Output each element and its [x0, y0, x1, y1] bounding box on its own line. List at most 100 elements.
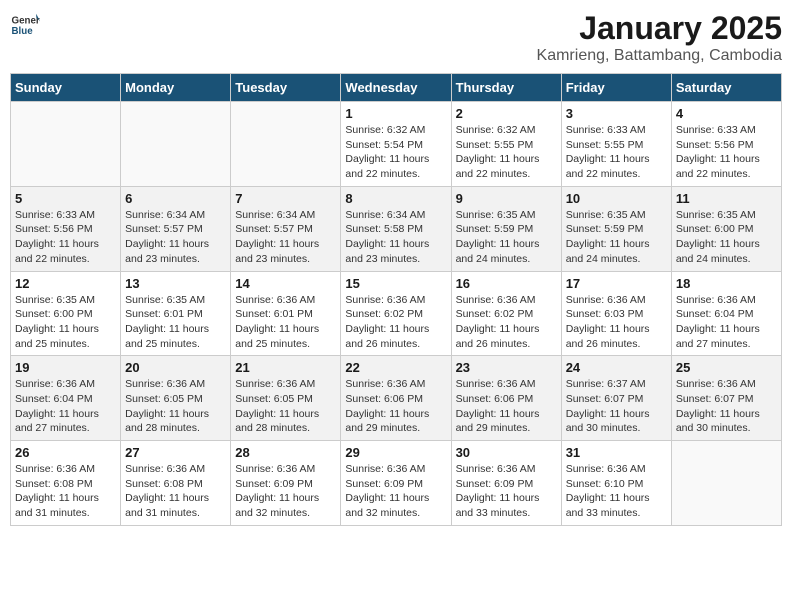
day-number: 27: [125, 445, 226, 460]
day-number: 18: [676, 276, 777, 291]
day-number: 4: [676, 106, 777, 121]
calendar-cell: [671, 441, 781, 526]
calendar-cell: 16 Sunrise: 6:36 AMSunset: 6:02 PMDayligh…: [451, 271, 561, 356]
calendar-cell: 3 Sunrise: 6:33 AMSunset: 5:55 PMDaylight…: [561, 102, 671, 187]
day-info: Sunrise: 6:33 AMSunset: 5:56 PMDaylight:…: [676, 123, 777, 182]
calendar-cell: 26 Sunrise: 6:36 AMSunset: 6:08 PMDayligh…: [11, 441, 121, 526]
calendar-cell: [11, 102, 121, 187]
day-number: 12: [15, 276, 116, 291]
calendar-cell: 8 Sunrise: 6:34 AMSunset: 5:58 PMDaylight…: [341, 186, 451, 271]
calendar-cell: 5 Sunrise: 6:33 AMSunset: 5:56 PMDaylight…: [11, 186, 121, 271]
day-info: Sunrise: 6:36 AMSunset: 6:04 PMDaylight:…: [676, 293, 777, 352]
day-info: Sunrise: 6:36 AMSunset: 6:06 PMDaylight:…: [345, 377, 446, 436]
day-number: 23: [456, 360, 557, 375]
calendar-cell: 30 Sunrise: 6:36 AMSunset: 6:09 PMDayligh…: [451, 441, 561, 526]
weekday-header-friday: Friday: [561, 74, 671, 102]
day-info: Sunrise: 6:33 AMSunset: 5:56 PMDaylight:…: [15, 208, 116, 267]
calendar-week-row: 5 Sunrise: 6:33 AMSunset: 5:56 PMDaylight…: [11, 186, 782, 271]
day-info: Sunrise: 6:36 AMSunset: 6:09 PMDaylight:…: [235, 462, 336, 521]
day-number: 3: [566, 106, 667, 121]
day-info: Sunrise: 6:34 AMSunset: 5:57 PMDaylight:…: [235, 208, 336, 267]
calendar-cell: 23 Sunrise: 6:36 AMSunset: 6:06 PMDayligh…: [451, 356, 561, 441]
day-info: Sunrise: 6:33 AMSunset: 5:55 PMDaylight:…: [566, 123, 667, 182]
day-number: 2: [456, 106, 557, 121]
day-number: 29: [345, 445, 446, 460]
calendar-cell: 27 Sunrise: 6:36 AMSunset: 6:08 PMDayligh…: [121, 441, 231, 526]
calendar-table: SundayMondayTuesdayWednesdayThursdayFrid…: [10, 73, 782, 526]
day-info: Sunrise: 6:37 AMSunset: 6:07 PMDaylight:…: [566, 377, 667, 436]
calendar-cell: 28Sunrise: 6:36 AMSunset: 6:09 PMDayligh…: [231, 441, 341, 526]
calendar-cell: 20 Sunrise: 6:36 AMSunset: 6:05 PMDayligh…: [121, 356, 231, 441]
day-number: 26: [15, 445, 116, 460]
day-info: Sunrise: 6:34 AMSunset: 5:58 PMDaylight:…: [345, 208, 446, 267]
calendar-cell: 7 Sunrise: 6:34 AMSunset: 5:57 PMDaylight…: [231, 186, 341, 271]
calendar-cell: [231, 102, 341, 187]
weekday-header-tuesday: Tuesday: [231, 74, 341, 102]
weekday-header-sunday: Sunday: [11, 74, 121, 102]
day-info: Sunrise: 6:32 AMSunset: 5:54 PMDaylight:…: [345, 123, 446, 182]
day-number: 9: [456, 191, 557, 206]
day-number: 10: [566, 191, 667, 206]
day-info: Sunrise: 6:36 AMSunset: 6:06 PMDaylight:…: [456, 377, 557, 436]
svg-text:Blue: Blue: [12, 26, 34, 37]
calendar-cell: 31 Sunrise: 6:36 AMSunset: 6:10 PMDayligh…: [561, 441, 671, 526]
calendar-week-row: 19Sunrise: 6:36 AMSunset: 6:04 PMDayligh…: [11, 356, 782, 441]
title-section: January 2025 Kamrieng, Battambang, Cambo…: [537, 10, 782, 65]
day-number: 30: [456, 445, 557, 460]
calendar-week-row: 12 Sunrise: 6:35 AMSunset: 6:00 PMDayligh…: [11, 271, 782, 356]
logo-icon: General Blue: [10, 10, 40, 40]
calendar-cell: 13Sunrise: 6:35 AMSunset: 6:01 PMDayligh…: [121, 271, 231, 356]
day-number: 16: [456, 276, 557, 291]
day-info: Sunrise: 6:36 AMSunset: 6:09 PMDaylight:…: [345, 462, 446, 521]
day-info: Sunrise: 6:36 AMSunset: 6:04 PMDaylight:…: [15, 377, 116, 436]
day-info: Sunrise: 6:36 AMSunset: 6:08 PMDaylight:…: [15, 462, 116, 521]
day-number: 8: [345, 191, 446, 206]
day-info: Sunrise: 6:36 AMSunset: 6:02 PMDaylight:…: [456, 293, 557, 352]
day-info: Sunrise: 6:36 AMSunset: 6:09 PMDaylight:…: [456, 462, 557, 521]
day-number: 20: [125, 360, 226, 375]
calendar-cell: 14 Sunrise: 6:36 AMSunset: 6:01 PMDayligh…: [231, 271, 341, 356]
weekday-header-wednesday: Wednesday: [341, 74, 451, 102]
page-header: General Blue January 2025 Kamrieng, Batt…: [10, 10, 782, 65]
calendar-week-row: 1 Sunrise: 6:32 AMSunset: 5:54 PMDaylight…: [11, 102, 782, 187]
location-title: Kamrieng, Battambang, Cambodia: [537, 47, 782, 65]
calendar-cell: 15Sunrise: 6:36 AMSunset: 6:02 PMDayligh…: [341, 271, 451, 356]
day-number: 17: [566, 276, 667, 291]
calendar-cell: 10Sunrise: 6:35 AMSunset: 5:59 PMDayligh…: [561, 186, 671, 271]
calendar-cell: 19Sunrise: 6:36 AMSunset: 6:04 PMDayligh…: [11, 356, 121, 441]
svg-text:General: General: [12, 16, 41, 27]
day-number: 5: [15, 191, 116, 206]
day-info: Sunrise: 6:36 AMSunset: 6:03 PMDaylight:…: [566, 293, 667, 352]
day-info: Sunrise: 6:36 AMSunset: 6:05 PMDaylight:…: [235, 377, 336, 436]
day-info: Sunrise: 6:35 AMSunset: 5:59 PMDaylight:…: [456, 208, 557, 267]
day-number: 7: [235, 191, 336, 206]
calendar-cell: 1 Sunrise: 6:32 AMSunset: 5:54 PMDaylight…: [341, 102, 451, 187]
day-info: Sunrise: 6:36 AMSunset: 6:07 PMDaylight:…: [676, 377, 777, 436]
calendar-cell: 2 Sunrise: 6:32 AMSunset: 5:55 PMDaylight…: [451, 102, 561, 187]
day-number: 22: [345, 360, 446, 375]
month-title: January 2025: [537, 10, 782, 47]
day-info: Sunrise: 6:36 AMSunset: 6:02 PMDaylight:…: [345, 293, 446, 352]
day-number: 24: [566, 360, 667, 375]
day-info: Sunrise: 6:36 AMSunset: 6:10 PMDaylight:…: [566, 462, 667, 521]
day-info: Sunrise: 6:36 AMSunset: 6:08 PMDaylight:…: [125, 462, 226, 521]
calendar-cell: [121, 102, 231, 187]
calendar-cell: 18 Sunrise: 6:36 AMSunset: 6:04 PMDayligh…: [671, 271, 781, 356]
day-number: 14: [235, 276, 336, 291]
calendar-cell: 17 Sunrise: 6:36 AMSunset: 6:03 PMDayligh…: [561, 271, 671, 356]
calendar-cell: 29 Sunrise: 6:36 AMSunset: 6:09 PMDayligh…: [341, 441, 451, 526]
day-info: Sunrise: 6:35 AMSunset: 6:00 PMDaylight:…: [15, 293, 116, 352]
calendar-week-row: 26 Sunrise: 6:36 AMSunset: 6:08 PMDayligh…: [11, 441, 782, 526]
day-info: Sunrise: 6:35 AMSunset: 6:01 PMDaylight:…: [125, 293, 226, 352]
calendar-cell: 24 Sunrise: 6:37 AMSunset: 6:07 PMDayligh…: [561, 356, 671, 441]
weekday-header-row: SundayMondayTuesdayWednesdayThursdayFrid…: [11, 74, 782, 102]
day-number: 1: [345, 106, 446, 121]
day-info: Sunrise: 6:36 AMSunset: 6:01 PMDaylight:…: [235, 293, 336, 352]
weekday-header-thursday: Thursday: [451, 74, 561, 102]
day-info: Sunrise: 6:36 AMSunset: 6:05 PMDaylight:…: [125, 377, 226, 436]
day-info: Sunrise: 6:32 AMSunset: 5:55 PMDaylight:…: [456, 123, 557, 182]
calendar-cell: 21Sunrise: 6:36 AMSunset: 6:05 PMDayligh…: [231, 356, 341, 441]
calendar-cell: 12 Sunrise: 6:35 AMSunset: 6:00 PMDayligh…: [11, 271, 121, 356]
calendar-cell: 6Sunrise: 6:34 AMSunset: 5:57 PMDaylight…: [121, 186, 231, 271]
day-number: 31: [566, 445, 667, 460]
